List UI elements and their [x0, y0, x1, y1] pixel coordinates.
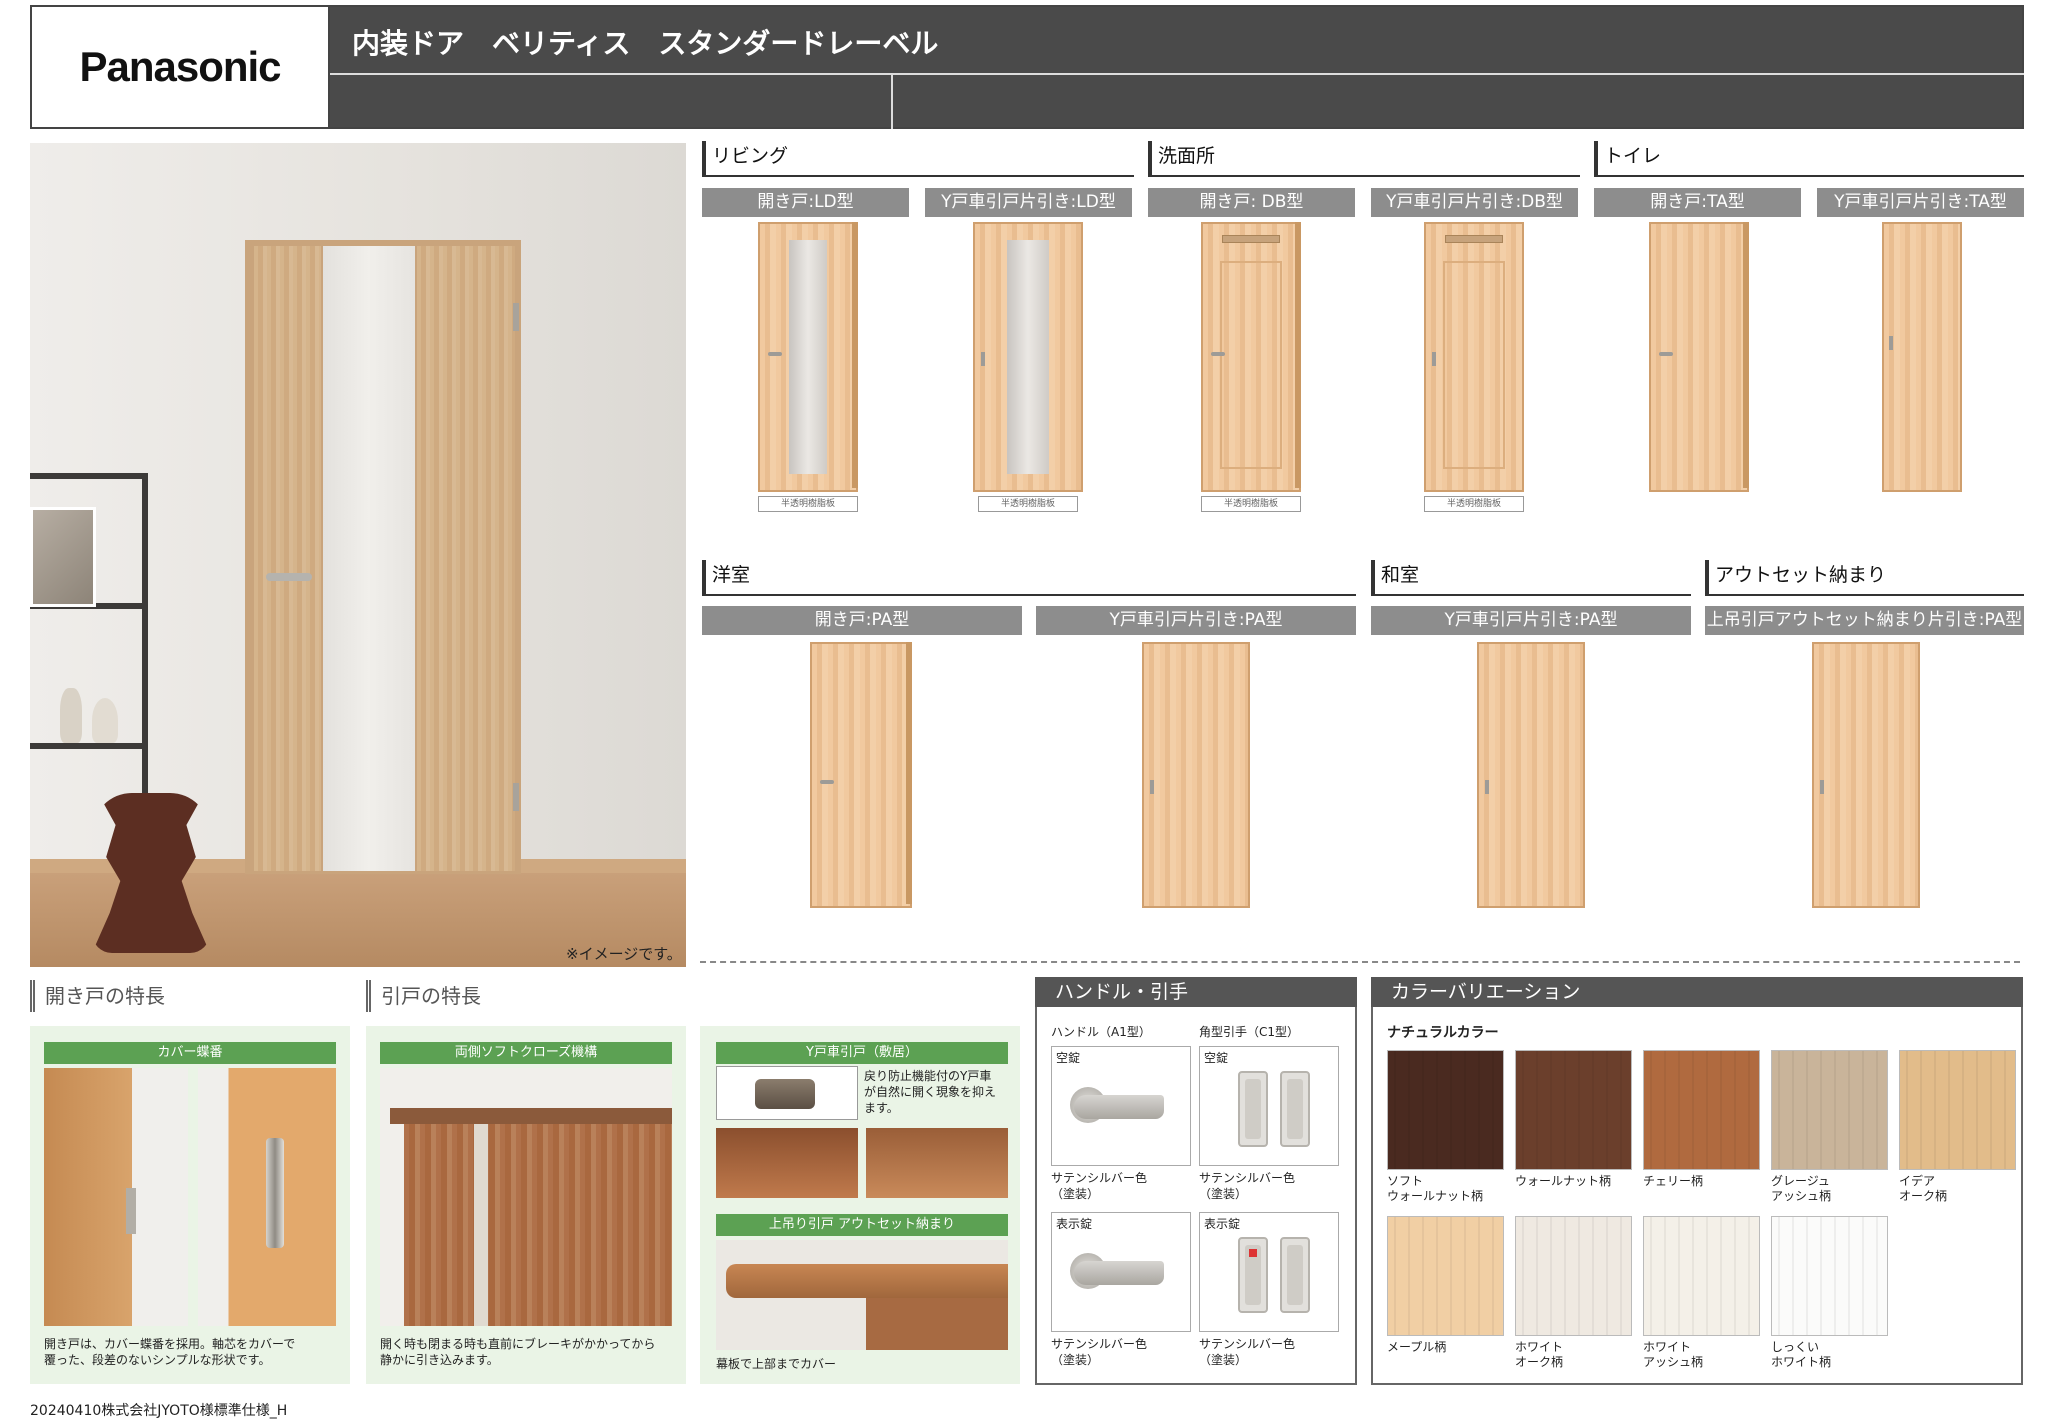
color-swatch: [1515, 1050, 1632, 1170]
color-swatch: [1643, 1050, 1760, 1170]
door-ld-hinged: [758, 222, 858, 492]
section-outset: アウトセット納まり: [1705, 560, 2024, 596]
color-swatch: [1387, 1216, 1504, 1336]
color-swatch-label: ホワイト オーク柄: [1515, 1340, 1564, 1369]
natural-color-label: ナチュラルカラー: [1387, 1025, 1499, 1041]
handle-a1-passage: 空錠: [1051, 1046, 1191, 1166]
door-db-hinged: [1201, 222, 1301, 492]
brand-logo: Panasonic: [30, 5, 330, 129]
pull-c1-privacy: 表示錠: [1199, 1212, 1339, 1332]
threshold-photo: [716, 1128, 858, 1198]
section-divider: [700, 961, 2020, 963]
color-swatch-label: ホワイト アッシュ柄: [1643, 1340, 1704, 1369]
color-swatch: [1771, 1216, 1888, 1336]
color-swatch-label: ソフト ウォールナット柄: [1387, 1174, 1484, 1203]
feature-title: Y戸車引戸（敷居）: [716, 1042, 1008, 1064]
door-pa-sliding-japanese: [1477, 642, 1585, 908]
section-washroom: 洗面所: [1148, 141, 1580, 177]
hinge-photo-closed: [44, 1068, 188, 1326]
door-ta-sliding: [1882, 222, 1962, 492]
door-db-sliding: [1424, 222, 1524, 492]
door-ld-sliding: [973, 222, 1083, 492]
handle-a1-privacy: 表示錠: [1051, 1212, 1191, 1332]
finish-label: サテンシルバー色 （塗装）: [1199, 1337, 1296, 1367]
handles-heading: ハンドル・引手: [1035, 977, 1357, 1007]
feature-desc: 幕板で上部までカバー: [716, 1357, 837, 1371]
door-label: 開き戸:LD型: [702, 188, 909, 217]
door-label: 開き戸:PA型: [702, 606, 1022, 635]
header-column-divider: [891, 75, 893, 129]
material-tag: 半透明樹脂板: [1424, 496, 1524, 512]
room-photo: [30, 143, 686, 967]
sliding-features-heading: 引戸の特長: [366, 980, 666, 1012]
material-tag: 半透明樹脂板: [1201, 496, 1301, 512]
door-label: 開き戸: DB型: [1148, 188, 1355, 217]
feature-desc: 戻り防止機能付のY戸車 が自然に開く現象を抑え ます。: [864, 1069, 997, 1115]
door-label: Y戸車引戸片引き:DB型: [1371, 188, 1578, 217]
color-swatch-label: グレージュ アッシュ柄: [1771, 1174, 1832, 1203]
outset-photo: [716, 1240, 1008, 1350]
door-pa-sliding: [1142, 642, 1250, 908]
color-swatch: [1643, 1216, 1760, 1336]
material-tag: 半透明樹脂板: [978, 496, 1078, 512]
feature-desc: 開く時も閉まる時も直前にブレーキがかかってから 静かに引き込みます。: [380, 1337, 656, 1367]
color-swatch-label: チェリー柄: [1643, 1174, 1704, 1188]
feature-title: 上吊り引戸 アウトセット納まり: [716, 1214, 1008, 1236]
color-swatch-label: メープル柄: [1387, 1340, 1447, 1354]
finish-label: サテンシルバー色 （塗装）: [1199, 1171, 1296, 1201]
material-tag: 半透明樹脂板: [758, 496, 858, 512]
color-swatch-label: しっくい ホワイト柄: [1771, 1340, 1832, 1369]
image-note: ※イメージです。: [566, 945, 682, 963]
door-label: 上吊引戸アウトセット納まり片引き:PA型: [1705, 606, 2024, 635]
color-swatch-label: イデア オーク柄: [1899, 1174, 1948, 1203]
section-western: 洋室: [702, 560, 1356, 596]
color-swatch: [1899, 1050, 2016, 1170]
section-japanese: 和室: [1371, 560, 1691, 596]
door-label: Y戸車引戸片引き:TA型: [1817, 188, 2024, 217]
y-roller-photo: [716, 1066, 858, 1120]
door-label: Y戸車引戸片引き:PA型: [1036, 606, 1356, 635]
door-label: 開き戸:TA型: [1594, 188, 1801, 217]
threshold-photo: [866, 1128, 1008, 1198]
finish-label: サテンシルバー色 （塗装）: [1051, 1337, 1148, 1367]
header-divider: [330, 73, 2024, 75]
color-swatch: [1771, 1050, 1888, 1170]
door-label: Y戸車引戸片引き:PA型: [1371, 606, 1691, 635]
door-ta-hinged: [1649, 222, 1749, 492]
door-pa-outset: [1812, 642, 1920, 908]
feature-title: カバー蝶番: [44, 1042, 336, 1064]
color-variations-heading: カラーバリエーション: [1371, 977, 2023, 1007]
soft-close-photo: [380, 1068, 672, 1326]
brand-name: Panasonic: [79, 43, 281, 90]
section-living: リビング: [702, 141, 1134, 177]
feature-desc: 開き戸は、カバー蝶番を採用。軸芯をカバーで 覆った、段差のないシンプルな形状です。: [44, 1337, 296, 1367]
door-label: Y戸車引戸片引き:LD型: [925, 188, 1132, 217]
color-swatch: [1387, 1050, 1504, 1170]
page-title: 内装ドア ベリティス スタンダードレーベル: [352, 27, 939, 60]
section-toilet: トイレ: [1594, 141, 2024, 177]
hinged-features-heading: 開き戸の特長: [30, 980, 330, 1012]
handle-type-label: ハンドル（A1型）: [1051, 1025, 1151, 1039]
pull-type-label: 角型引手（C1型）: [1199, 1025, 1300, 1039]
door-pa-hinged: [810, 642, 912, 908]
feature-title: 両側ソフトクローズ機構: [380, 1042, 672, 1064]
color-swatch-label: ウォールナット柄: [1515, 1174, 1612, 1188]
color-swatch: [1515, 1216, 1632, 1336]
pull-c1-passage: 空錠: [1199, 1046, 1339, 1166]
hinge-photo-open: [198, 1068, 336, 1326]
footer-note: 20240410株式会社JYOTO様標準仕様_H: [30, 1403, 288, 1419]
finish-label: サテンシルバー色 （塗装）: [1051, 1171, 1148, 1201]
